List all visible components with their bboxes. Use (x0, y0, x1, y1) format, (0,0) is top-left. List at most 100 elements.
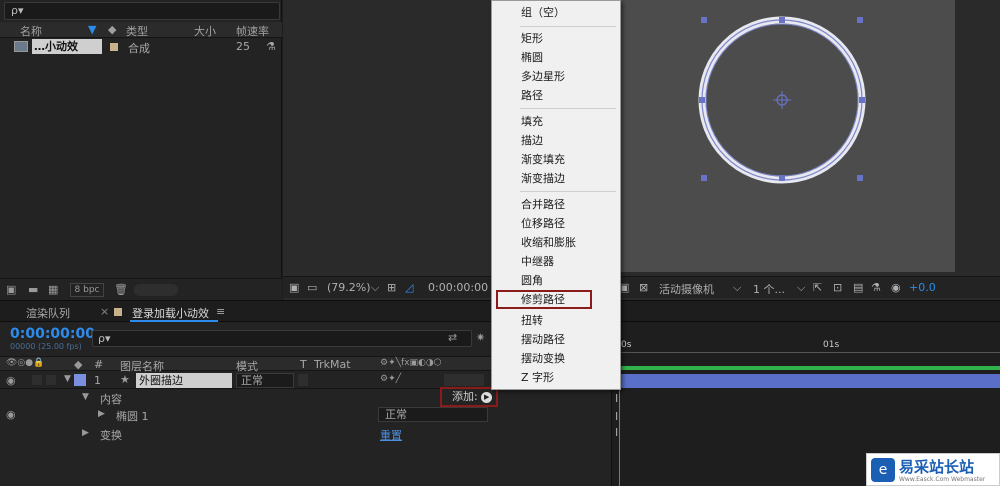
twirl-down-icon[interactable]: ▼ (64, 374, 71, 384)
menu-item-polystar[interactable]: 多边星形 (492, 67, 620, 86)
project-item-fps: 25 (236, 40, 250, 53)
column-layer-number[interactable]: # (94, 358, 103, 371)
layer-index: 1 (94, 374, 101, 387)
menu-item-gradient-stroke[interactable]: 渐变描边 (492, 169, 620, 188)
always-preview-icon[interactable]: ▣ (289, 281, 299, 294)
menu-item-zig-zag[interactable]: Z 字形 (492, 368, 620, 387)
layer-switches-icon[interactable]: ⚙✦╱ (380, 374, 401, 384)
lock-toggle[interactable] (46, 375, 56, 385)
mask-visibility-icon[interactable]: ◿ (405, 281, 413, 294)
monitor-icon[interactable]: ▭ (307, 281, 317, 294)
menu-item-wiggle-transform[interactable]: 摆动变换 (492, 349, 620, 368)
zoom-dropdown[interactable]: (79.2%) (327, 281, 371, 294)
menu-item-rectangle[interactable]: 矩形 (492, 29, 620, 48)
project-search-input[interactable]: ρ▾ (4, 2, 280, 20)
current-time-display[interactable]: 0:00:00:00 (428, 281, 488, 294)
label-tag-icon[interactable]: ◆ (74, 358, 82, 371)
menu-item-trim-paths[interactable]: 修剪路径 (496, 290, 592, 309)
reset-exposure-icon[interactable]: ◉ (891, 281, 901, 294)
twirl-right-icon[interactable]: ▶ (82, 428, 89, 438)
chevron-down-icon[interactable]: ⌵ (733, 281, 741, 295)
exposure-value[interactable]: +0.0 (909, 281, 936, 294)
menu-item-round-corners[interactable]: 圆角 (492, 271, 620, 290)
label-color-swatch (110, 43, 118, 51)
time-ruler[interactable] (621, 352, 1000, 353)
menu-separator (520, 191, 616, 192)
contents-row[interactable]: ▼ 内容 添加: ▶ (0, 387, 612, 407)
column-type[interactable]: 类型 (126, 23, 148, 39)
menu-item-ellipse[interactable]: 椭圆 (492, 48, 620, 67)
ellipse-group-row[interactable]: ◉ ▶ 椭圆 1 正常 (0, 407, 612, 423)
flowchart-icon[interactable]: ⚗ (871, 281, 881, 294)
chevron-down-icon[interactable]: ⌵ (797, 281, 805, 295)
new-folder-icon[interactable]: ▬ (28, 283, 38, 296)
tab-composition[interactable]: 登录加载小动效 (132, 305, 209, 321)
project-item-name[interactable]: …小动效 (32, 39, 102, 54)
flowchart-icon[interactable]: ⚗ (266, 40, 276, 53)
bit-depth-button[interactable]: 8 bpc (70, 283, 104, 297)
menu-item-path[interactable]: 路径 (492, 86, 620, 105)
timeline-icon[interactable]: ▤ (853, 281, 863, 294)
region-of-interest-icon[interactable]: ⊠ (639, 281, 648, 294)
camera-dropdown[interactable]: 活动摄像机 (659, 281, 714, 297)
project-item-row[interactable]: …小动效 合成 25 ⚗ (0, 38, 282, 55)
timeline-search-input[interactable]: ρ▾ (92, 330, 472, 347)
menu-item-group[interactable]: 组（空） (492, 3, 620, 22)
panel-menu-icon[interactable]: ≡ (216, 305, 225, 318)
transform-row[interactable]: ▶ 变换 重置 (0, 426, 612, 442)
twirl-right-icon[interactable]: ▶ (98, 409, 105, 419)
column-size[interactable]: 大小 (194, 23, 216, 39)
close-icon[interactable]: × (100, 305, 109, 318)
layer-duration-bar[interactable] (621, 374, 1000, 388)
eye-icon[interactable]: ◉ (6, 408, 16, 421)
label-tag-icon[interactable]: ◆ (108, 23, 116, 36)
tab-render-queue[interactable]: 渲染队列 (26, 305, 70, 321)
composition-canvas[interactable] (620, 0, 955, 272)
interpret-footage-icon[interactable]: ▣ (6, 283, 16, 296)
switches-icon[interactable]: ⚙✦╲fx▣◐◑⬡ (380, 358, 442, 368)
reset-link[interactable]: 重置 (380, 427, 402, 443)
layer-switch-group[interactable] (444, 374, 484, 386)
draft-3d-icon[interactable]: ✷ (476, 331, 485, 344)
menu-item-twist[interactable]: 扭转 (492, 311, 620, 330)
add-label[interactable]: 添加: (452, 390, 478, 403)
menu-item-gradient-fill[interactable]: 渐变填充 (492, 150, 620, 169)
column-t[interactable]: T (300, 358, 307, 371)
column-name[interactable]: 名称 (20, 23, 42, 39)
column-fps[interactable]: 帧速率 (236, 23, 269, 39)
ellipse-shape[interactable] (620, 0, 955, 272)
ellipse-label[interactable]: 椭圆 1 (116, 408, 149, 424)
menu-item-wiggle-paths[interactable]: 摆动路径 (492, 330, 620, 349)
view-layout-dropdown[interactable]: 1 个... (753, 281, 785, 297)
chevron-down-icon[interactable]: ⌵ (371, 281, 379, 295)
layer-name-field[interactable]: 外圈描边 (136, 373, 232, 388)
label-color-swatch[interactable] (74, 374, 86, 386)
menu-item-repeater[interactable]: 中继器 (492, 252, 620, 271)
solo-toggle[interactable] (32, 375, 42, 385)
fast-preview-icon[interactable]: ⊡ (833, 281, 842, 294)
sort-chevron-icon[interactable]: ▼ (88, 23, 96, 36)
menu-item-stroke[interactable]: 描边 (492, 131, 620, 150)
shape-layer-star-icon: ★ (120, 373, 130, 386)
menu-item-fill[interactable]: 填充 (492, 112, 620, 131)
work-area-bar[interactable] (621, 366, 1000, 370)
av-features-icon[interactable]: 👁◎●🔒 (6, 358, 44, 368)
grid-icon[interactable]: ⊞ (387, 281, 396, 294)
menu-item-pucker-bloat[interactable]: 收缩和膨胀 (492, 233, 620, 252)
layer-mode-dropdown[interactable]: 正常 (236, 373, 294, 388)
play-arrow-icon[interactable]: ▶ (481, 391, 493, 403)
current-time-display[interactable]: 0:00:00:00 (10, 326, 95, 342)
comp-mini-flowchart-icon[interactable]: ⇄ (448, 331, 457, 344)
new-composition-icon[interactable]: ▦ (48, 283, 58, 296)
toggle-pixel-aspect-icon[interactable]: ⇱ (813, 281, 822, 294)
preserve-transparency-toggle[interactable] (298, 374, 308, 386)
eye-icon[interactable]: ◉ (6, 374, 16, 387)
column-trkmat[interactable]: TrkMat (314, 358, 351, 371)
trash-icon[interactable]: 🗑 (114, 283, 128, 296)
menu-item-offset-paths[interactable]: 位移路径 (492, 214, 620, 233)
ellipse-blend-mode-dropdown[interactable]: 正常 (378, 407, 488, 422)
add-button[interactable]: 添加: ▶ (440, 387, 498, 407)
menu-item-merge-paths[interactable]: 合并路径 (492, 195, 620, 214)
twirl-down-icon[interactable]: ▼ (82, 392, 89, 402)
project-scrollbar[interactable] (134, 284, 178, 296)
